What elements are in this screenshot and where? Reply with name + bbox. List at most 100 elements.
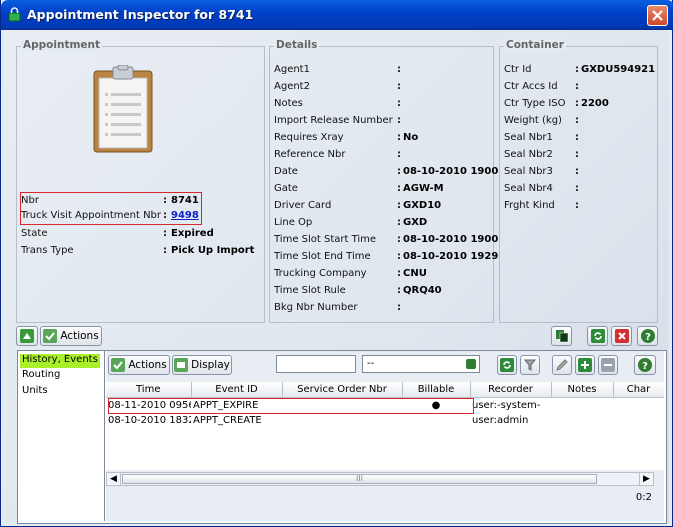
grid-actions-button[interactable]: Actions (108, 355, 170, 375)
field-label: Driver Card (274, 200, 332, 211)
appointment-field-nbr: Nbr : 8741 (17, 195, 262, 209)
filter-button[interactable] (520, 355, 540, 375)
field-label: Time Slot Rule (274, 285, 346, 296)
table-cell (402, 413, 470, 428)
triangle-up-icon (20, 329, 34, 343)
field-label: Seal Nbr1 (504, 132, 553, 143)
delete-button[interactable] (611, 326, 632, 346)
minus-icon (601, 358, 615, 372)
details-field-row: Agent2: (270, 81, 493, 95)
actions-button[interactable]: Actions (40, 326, 102, 346)
column-header[interactable]: Recorder (470, 382, 552, 398)
remove-button[interactable] (598, 355, 618, 375)
grid-help-button[interactable]: ? (634, 355, 656, 375)
display-button[interactable]: Display (172, 355, 232, 375)
scroll-right-button[interactable]: ▶ (639, 473, 653, 485)
column-header[interactable]: Service Order Nbr (282, 382, 403, 398)
clipboard-icon (93, 65, 153, 153)
plus-icon (578, 358, 592, 372)
table-row[interactable]: 08-10-2010 1832 APPT_CREATE user:admin (106, 413, 664, 428)
field-colon: : (397, 183, 401, 194)
field-colon: : (575, 81, 579, 92)
field-label: Nbr (21, 195, 39, 206)
help-button[interactable]: ? (637, 326, 658, 346)
lower-section: History, Events Routing Units Actions Di… (17, 350, 667, 524)
field-value: No (403, 132, 419, 143)
scroll-left-button[interactable]: ◀ (107, 473, 121, 485)
field-label: Time Slot End Time (274, 251, 371, 262)
field-colon: : (397, 64, 401, 75)
check-icon (111, 358, 126, 372)
appointment-panel-title: Appointment (21, 39, 103, 51)
edit-button[interactable] (552, 355, 572, 375)
filter-icon (523, 359, 537, 371)
truck-visit-link[interactable]: 9498 (171, 210, 199, 221)
field-colon: : (163, 228, 167, 239)
details-field-row: Import Release Number: (270, 115, 493, 129)
details-field-row: Line Op: GXD (270, 217, 493, 231)
table-cell (282, 413, 402, 428)
details-field-row: Reference Nbr: (270, 149, 493, 163)
field-colon: : (397, 285, 401, 296)
horizontal-scrollbar[interactable]: ◀ III ▶ (106, 472, 654, 486)
field-label: Ctr Id (504, 64, 532, 75)
column-header[interactable]: Event ID (191, 382, 283, 398)
refresh-icon (590, 329, 605, 343)
container-field-row: Ctr Id: GXDU594921 (500, 64, 657, 78)
refresh-icon (500, 358, 514, 372)
field-colon: : (575, 115, 579, 126)
field-label: Date (274, 166, 298, 177)
nav-item-routing[interactable]: Routing (20, 369, 100, 383)
field-colon: : (397, 251, 401, 262)
collapse-toggle-button[interactable] (16, 326, 38, 346)
details-field-row: Bkg Nbr Number: (270, 302, 493, 316)
lock-icon (8, 7, 21, 22)
table-cell: 08-10-2010 1832 (106, 413, 191, 428)
grid-actions-label: Actions (128, 359, 167, 371)
grid-refresh-button[interactable] (497, 355, 517, 375)
field-colon: : (575, 64, 579, 75)
field-colon: : (397, 166, 401, 177)
filter-input[interactable] (276, 355, 356, 373)
field-colon: : (575, 149, 579, 160)
window-title: Appointment Inspector for 8741 (27, 7, 254, 22)
svg-text:?: ? (645, 332, 651, 343)
close-icon (652, 10, 663, 21)
nav-item-history-events[interactable]: History, Events (20, 354, 100, 368)
copy-button[interactable] (551, 326, 572, 346)
appointment-field-trans-type: Trans Type : Pick Up Import (17, 245, 262, 259)
column-header[interactable]: Notes (551, 382, 614, 398)
field-colon: : (163, 210, 167, 221)
field-colon: : (397, 132, 401, 143)
field-colon: : (397, 149, 401, 160)
field-value: AGW-M (403, 183, 444, 194)
refresh-button[interactable] (587, 326, 608, 346)
table-cell: user:admin (470, 413, 551, 428)
column-header[interactable]: Billable (402, 382, 471, 398)
column-header[interactable]: Char (613, 382, 664, 398)
container-field-row: Seal Nbr4: (500, 183, 657, 197)
table-cell (551, 413, 613, 428)
field-colon: : (397, 81, 401, 92)
field-colon: : (397, 234, 401, 245)
container-field-row: Frght Kind: (500, 200, 657, 214)
close-button[interactable] (647, 5, 668, 26)
field-value: Expired (171, 228, 214, 239)
filter-select[interactable]: -- (362, 355, 480, 373)
field-label: Frght Kind (504, 200, 555, 211)
events-grid-panel: Actions Display -- ? Time Event ID Servi… (106, 351, 664, 521)
field-value: GXDU594921 (581, 64, 656, 75)
details-field-row: Time Slot End Time:08-10-2010 1929 (270, 251, 498, 265)
nav-item-units[interactable]: Units (20, 385, 100, 399)
add-button[interactable] (575, 355, 595, 375)
scroll-thumb[interactable]: III (122, 474, 597, 484)
field-colon: : (397, 200, 401, 211)
container-field-row: Seal Nbr3: (500, 166, 657, 180)
column-header[interactable]: Time (106, 382, 192, 398)
details-field-row: Time Slot Start Time:08-10-2010 1900 (270, 234, 498, 248)
details-field-row: Trucking Company: CNU (270, 268, 493, 282)
filter-select-value: -- (367, 358, 375, 369)
field-label: Notes (274, 98, 303, 109)
details-field-row: Time Slot Rule: QRQ40 (270, 285, 493, 299)
record-count: 0:2 (635, 492, 652, 503)
